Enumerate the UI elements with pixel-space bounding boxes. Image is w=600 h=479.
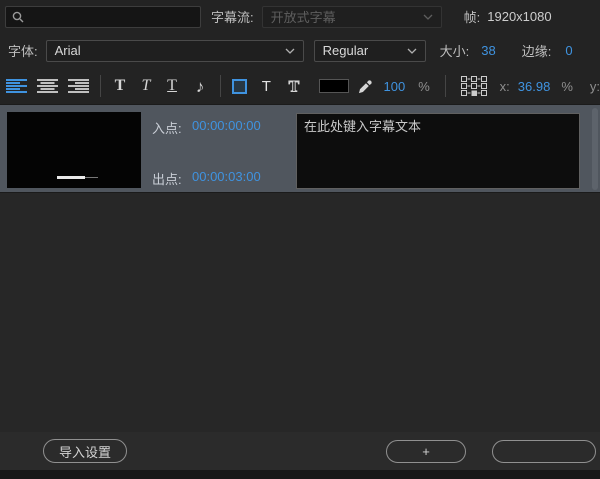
text-color-icon: T: [262, 79, 271, 94]
font-style-value: Regular: [323, 43, 369, 58]
italic-icon: T: [142, 78, 151, 94]
caption-stream-label: 字幕流:: [211, 7, 254, 26]
frame-label: 帧:: [464, 7, 481, 26]
color-swatch[interactable]: [319, 74, 349, 98]
font-size-value[interactable]: 38: [481, 43, 495, 58]
background-fill-button[interactable]: [232, 74, 247, 98]
font-style-dropdown[interactable]: Regular: [314, 40, 426, 62]
edge-label: 边缘:: [522, 41, 552, 60]
align-center-button[interactable]: [37, 74, 58, 98]
align-right-button[interactable]: [68, 74, 89, 98]
footer-right-button[interactable]: [492, 440, 596, 463]
x-position-label: x:: [500, 79, 510, 94]
add-caption-button[interactable]: +: [386, 440, 466, 463]
y-position-label: y:: [590, 79, 600, 94]
outlined-t-icon: T: [283, 77, 305, 95]
caption-stream-value: 开放式字幕: [271, 7, 336, 26]
underline-icon: T: [167, 78, 177, 94]
caption-list-area: [0, 193, 600, 432]
music-note-icon: ♪: [196, 78, 205, 95]
toolbar-divider: [220, 75, 221, 97]
x-position-value[interactable]: 36.98: [518, 79, 551, 94]
font-size-label: 大小:: [440, 41, 470, 60]
bold-icon: T: [115, 78, 126, 94]
search-input[interactable]: [29, 10, 194, 24]
eyedropper-icon: [358, 79, 373, 94]
font-family-value: Arial: [55, 43, 81, 58]
chevron-down-icon: [285, 48, 295, 54]
caption-stream-dropdown[interactable]: 开放式字幕: [262, 6, 442, 28]
bold-button[interactable]: T: [111, 74, 129, 98]
align-center-icon: [37, 79, 58, 93]
anchor-position-button[interactable]: [461, 74, 487, 98]
in-point-label: 入点:: [152, 118, 182, 137]
out-point-label: 出点:: [152, 169, 182, 188]
search-box[interactable]: [5, 6, 201, 28]
captions-panel: 字幕流: 开放式字幕 帧: 1920x1080 字体: Arial Regula…: [0, 0, 600, 479]
font-label: 字体:: [8, 41, 38, 60]
font-family-dropdown[interactable]: Arial: [46, 40, 304, 62]
caption-row[interactable]: 入点: 00:00:00:00 出点: 00:00:03:00 在此处键入字幕文…: [0, 104, 600, 193]
italic-button[interactable]: T: [137, 74, 155, 98]
top-bar: 字幕流: 开放式字幕 帧: 1920x1080: [0, 0, 600, 33]
caption-text-input[interactable]: 在此处键入字幕文本: [296, 113, 580, 189]
fill-color-box-icon: [232, 79, 247, 94]
import-settings-button[interactable]: 导入设置: [43, 439, 127, 463]
format-toolbar: T T T ♪ T T 100 %: [0, 68, 600, 104]
music-note-button[interactable]: ♪: [191, 74, 209, 98]
edge-color-button[interactable]: T: [283, 74, 305, 98]
text-color-button[interactable]: T: [259, 74, 273, 98]
eyedropper-button[interactable]: [358, 74, 373, 98]
edge-value[interactable]: 0: [565, 43, 572, 58]
caption-thumbnail[interactable]: [7, 112, 141, 188]
font-row: 字体: Arial Regular 大小: 38 边缘: 0: [0, 33, 600, 68]
align-right-icon: [68, 79, 89, 93]
opacity-unit: %: [418, 79, 430, 94]
footer-bar: 导入设置 +: [0, 432, 600, 470]
color-swatch-icon: [319, 79, 349, 93]
underline-button[interactable]: T: [163, 74, 181, 98]
in-point-value[interactable]: 00:00:00:00: [192, 118, 261, 133]
search-icon: [12, 11, 24, 23]
toolbar-divider: [100, 75, 101, 97]
panel-bottom-edge: [0, 470, 600, 479]
align-left-icon: [6, 79, 27, 93]
opacity-value[interactable]: 100: [384, 79, 406, 94]
svg-text:T: T: [288, 79, 299, 96]
x-position-unit: %: [561, 79, 573, 94]
align-left-button[interactable]: [6, 74, 27, 98]
out-point-value[interactable]: 00:00:03:00: [192, 169, 261, 184]
frame-value: 1920x1080: [487, 9, 551, 24]
chevron-down-icon: [407, 48, 417, 54]
thumbnail-caption-preview: [57, 176, 85, 179]
vertical-scrollbar[interactable]: [592, 108, 598, 190]
anchor-grid-icon: [461, 76, 487, 97]
toolbar-divider: [445, 75, 446, 97]
chevron-down-icon: [423, 14, 433, 20]
